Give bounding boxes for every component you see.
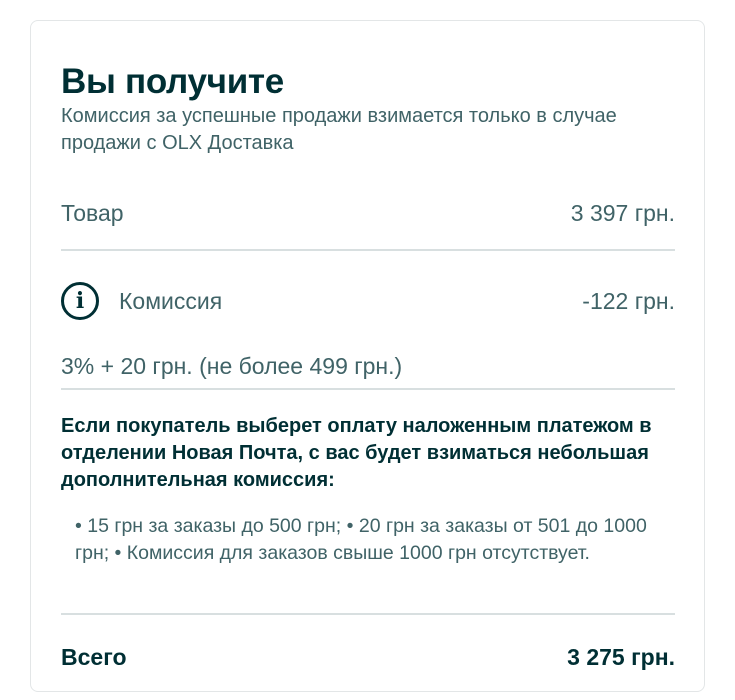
card-title: Вы получите (61, 62, 284, 101)
goods-row: Товар 3 397 грн. (61, 193, 675, 233)
commission-amount: -122 грн. (582, 287, 675, 314)
goods-price: 3 397 грн. (570, 199, 675, 226)
commission-description: Комиссия за успешные продажи взимается т… (61, 105, 617, 154)
total-label: Всего (61, 643, 127, 670)
divider (61, 613, 675, 615)
commission-row: i Комиссия -122 грн. (61, 277, 675, 325)
commission-label-group: i Комиссия (61, 282, 222, 320)
commission-formula: 3% + 20 грн. (не более 499 грн.) (61, 353, 403, 379)
divider (61, 249, 675, 251)
divider (61, 388, 675, 390)
payout-summary-card: Вы получите Комиссия за успешные продажи… (30, 20, 705, 692)
total-amount: 3 275 грн. (567, 643, 675, 670)
cod-fee-list: • 15 грн за заказы до 500 грн; • 20 грн … (75, 515, 647, 564)
cod-notice: Если покупатель выберет оплату наложенны… (61, 415, 652, 491)
info-icon[interactable]: i (61, 282, 99, 320)
goods-label: Товар (61, 199, 124, 226)
total-row: Всего 3 275 грн. (61, 635, 675, 679)
commission-label: Комиссия (119, 287, 223, 314)
